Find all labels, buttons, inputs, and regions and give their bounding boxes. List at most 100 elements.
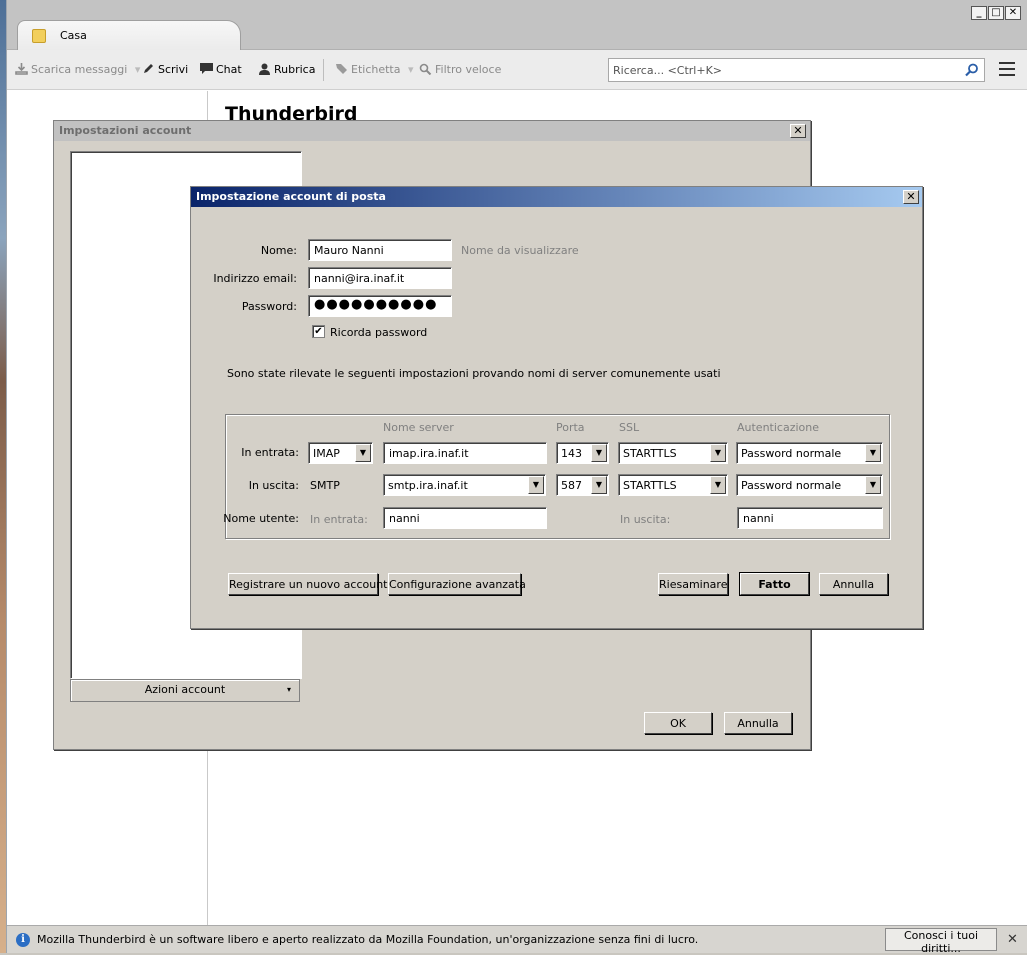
tag-icon xyxy=(336,64,347,74)
chevron-down-icon[interactable]: ▼ xyxy=(865,444,881,462)
cancel-button[interactable]: Annulla xyxy=(819,573,888,595)
close-icon[interactable]: ✕ xyxy=(1007,932,1018,947)
main-toolbar: Scarica messaggi ▾ Scrivi Chat Rubrica E… xyxy=(7,50,1027,90)
email-label: Indirizzo email: xyxy=(213,272,297,285)
incoming-port-select[interactable]: 143 ▼ xyxy=(556,442,609,464)
address-book-label: Rubrica xyxy=(274,63,316,76)
search-icon[interactable] xyxy=(965,63,979,77)
quick-filter-label: Filtro veloce xyxy=(435,63,502,76)
header-port: Porta xyxy=(556,421,585,434)
dialog-close-button[interactable]: ✕ xyxy=(903,190,919,204)
done-button[interactable]: Fatto xyxy=(740,573,809,595)
download-icon xyxy=(15,63,28,75)
get-messages-button[interactable]: Scarica messaggi ▾ xyxy=(15,63,140,76)
dialog-close-button[interactable]: ✕ xyxy=(790,124,806,138)
chevron-down-icon: ▾ xyxy=(286,685,291,694)
outgoing-username-field[interactable] xyxy=(737,507,883,529)
username-incoming-label: In entrata: xyxy=(310,513,368,526)
chevron-down-icon[interactable]: ▼ xyxy=(710,476,726,494)
outgoing-label: In uscita: xyxy=(248,479,299,492)
email-field[interactable] xyxy=(308,267,452,289)
account-actions-button[interactable]: Azioni account ▾ xyxy=(70,679,300,702)
get-messages-label: Scarica messaggi xyxy=(31,63,128,76)
remember-password-label[interactable]: Ricorda password xyxy=(330,326,427,339)
password-field[interactable]: ●●●●●●●●●● xyxy=(308,295,452,317)
chevron-down-icon[interactable]: ▼ xyxy=(710,444,726,462)
tab-home[interactable]: Casa xyxy=(17,20,241,50)
name-hint: Nome da visualizzare xyxy=(461,244,579,257)
dialog-title: Impostazioni account xyxy=(54,121,810,141)
know-your-rights-button[interactable]: Conosci i tuoi diritti... xyxy=(885,928,997,955)
incoming-port-value: 143 xyxy=(561,447,582,460)
write-button[interactable]: Scrivi xyxy=(142,63,188,76)
dialog-title: Impostazione account di posta xyxy=(191,187,922,207)
search-input[interactable] xyxy=(613,63,953,78)
chat-label: Chat xyxy=(216,63,242,76)
advanced-config-button[interactable]: Configurazione avanzata xyxy=(388,573,526,595)
incoming-username-field[interactable] xyxy=(383,507,547,529)
header-ssl: SSL xyxy=(619,421,640,434)
minimize-button[interactable]: _ xyxy=(971,6,987,20)
outgoing-auth-select[interactable]: Password normale ▼ xyxy=(736,474,883,496)
app-menu-icon[interactable] xyxy=(999,62,1015,76)
folder-icon xyxy=(32,29,46,43)
outgoing-auth-value: Password normale xyxy=(741,479,842,492)
magnifier-icon xyxy=(419,63,432,75)
chevron-down-icon[interactable]: ▼ xyxy=(865,476,881,494)
incoming-protocol-select[interactable]: IMAP ▼ xyxy=(308,442,373,464)
cancel-button[interactable]: Annulla xyxy=(724,712,792,734)
pencil-icon xyxy=(144,64,153,73)
name-field[interactable] xyxy=(308,239,452,261)
ok-button[interactable]: OK xyxy=(644,712,712,734)
incoming-label: In entrata: xyxy=(241,446,299,459)
notification-text: Mozilla Thunderbird è un software libero… xyxy=(37,933,699,946)
outgoing-server-select[interactable]: smtp.ira.inaf.it ▼ xyxy=(383,474,546,496)
outgoing-server-value: smtp.ira.inaf.it xyxy=(388,479,468,492)
chevron-down-icon[interactable]: ▼ xyxy=(591,444,607,462)
new-account-button[interactable]: Registrare un nuovo account xyxy=(228,573,387,595)
tab-label: Casa xyxy=(60,29,87,42)
username-label: Nome utente: xyxy=(223,512,299,525)
tag-dropdown-icon: ▾ xyxy=(407,63,414,76)
search-box[interactable] xyxy=(608,58,985,82)
username-outgoing-label: In uscita: xyxy=(620,513,671,526)
get-messages-dropdown-icon: ▾ xyxy=(134,63,141,76)
person-icon xyxy=(259,63,270,75)
quick-filter-button[interactable]: Filtro veloce xyxy=(419,63,501,76)
notification-bar: i Mozilla Thunderbird è un software libe… xyxy=(7,925,1027,955)
detected-settings-message: Sono state rilevate le seguenti impostaz… xyxy=(227,367,721,380)
incoming-auth-value: Password normale xyxy=(741,447,842,460)
chevron-down-icon[interactable]: ▼ xyxy=(528,476,544,494)
incoming-server-field[interactable] xyxy=(383,442,547,464)
toolbar-separator xyxy=(323,59,324,81)
remember-password-checkbox[interactable]: ✔ xyxy=(312,325,325,338)
incoming-ssl-select[interactable]: STARTTLS ▼ xyxy=(618,442,728,464)
info-icon: i xyxy=(16,933,30,947)
chevron-down-icon[interactable]: ▼ xyxy=(591,476,607,494)
title-bar: _ □ ✕ Casa xyxy=(7,0,1027,50)
write-label: Scrivi xyxy=(158,63,189,76)
password-label: Password: xyxy=(241,300,297,313)
window-close-button[interactable]: ✕ xyxy=(1005,6,1021,20)
outgoing-port-value: 587 xyxy=(561,479,582,492)
outgoing-ssl-select[interactable]: STARTTLS ▼ xyxy=(618,474,728,496)
retest-button[interactable]: Riesaminare xyxy=(658,573,728,595)
outgoing-protocol: SMTP xyxy=(310,479,340,492)
header-server-name: Nome server xyxy=(383,421,454,434)
chevron-down-icon[interactable]: ▼ xyxy=(355,444,371,462)
account-actions-label: Azioni account xyxy=(144,683,226,696)
maximize-button[interactable]: □ xyxy=(988,6,1004,20)
chat-button[interactable]: Chat xyxy=(200,63,242,76)
mail-account-setup-dialog: Impostazione account di posta ✕ Nome: No… xyxy=(190,186,923,629)
tag-button[interactable]: Etichetta ▾ xyxy=(335,63,414,76)
incoming-ssl-value: STARTTLS xyxy=(623,447,677,460)
tag-label: Etichetta xyxy=(351,63,401,76)
outgoing-port-select[interactable]: 587 ▼ xyxy=(556,474,609,496)
header-authentication: Autenticazione xyxy=(737,421,820,434)
name-label: Nome: xyxy=(260,244,297,257)
incoming-auth-select[interactable]: Password normale ▼ xyxy=(736,442,883,464)
incoming-protocol-value: IMAP xyxy=(313,447,340,460)
outgoing-ssl-value: STARTTLS xyxy=(623,479,677,492)
chat-icon xyxy=(200,63,213,74)
address-book-button[interactable]: Rubrica xyxy=(258,63,315,76)
